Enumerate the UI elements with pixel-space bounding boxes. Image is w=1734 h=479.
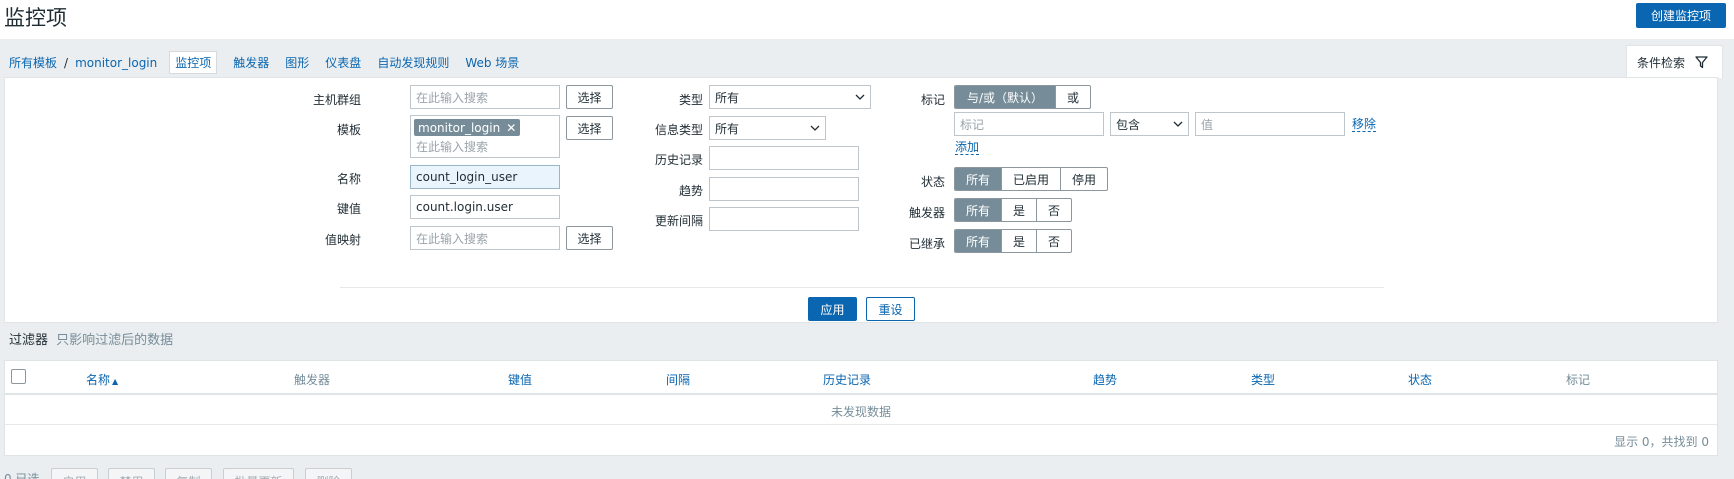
tab-items[interactable]: 监控项	[169, 51, 218, 74]
items-table: 名称 ▲ 触发器 键值 间隔 历史记录 趋势 类型 状态 标记 未发现数据 显示 …	[4, 360, 1718, 456]
triggers-all[interactable]: 所有	[955, 199, 1003, 221]
tags-label: 标记	[920, 93, 945, 107]
inherited-yes[interactable]: 是	[1002, 230, 1038, 252]
template-tag: monitor_login ✕	[414, 119, 521, 136]
copy-button[interactable]: 复制	[165, 468, 212, 479]
chevron-down-icon	[810, 125, 820, 131]
update-interval-input[interactable]	[709, 207, 859, 231]
page-title: 监控项	[4, 6, 67, 30]
table-header-border	[5, 393, 1717, 395]
filter-note-desc: 只影响过滤后的数据	[56, 333, 174, 348]
delete-button[interactable]: 删除	[305, 468, 352, 479]
apply-button[interactable]: 应用	[808, 297, 857, 321]
column-type[interactable]: 类型	[1251, 371, 1275, 388]
trends-label: 趋势	[678, 184, 703, 198]
breadcrumb-template[interactable]: monitor_login	[75, 56, 157, 70]
bulk-action-bar: 0 已选 启用 禁用 复制 批量更新 删除	[0, 468, 1734, 479]
chevron-down-icon	[1173, 121, 1183, 127]
value-map-input[interactable]: 在此输入搜索	[410, 226, 560, 250]
tag-operator-select[interactable]: 包含	[1110, 112, 1189, 136]
enable-button[interactable]: 启用	[51, 468, 98, 479]
type-select[interactable]: 所有	[709, 85, 871, 109]
template-multiselect[interactable]: monitor_login ✕ 在此输入搜索	[410, 115, 560, 158]
column-triggers: 触发器	[294, 373, 331, 387]
reset-button[interactable]: 重设	[866, 297, 915, 321]
trends-input[interactable]	[709, 177, 859, 201]
disable-button[interactable]: 禁用	[108, 468, 155, 479]
column-interval[interactable]: 间隔	[666, 371, 690, 388]
template-label: 模板	[336, 123, 361, 137]
triggers-label: 触发器	[908, 206, 945, 220]
tags-evaltype-toggle[interactable]: 与/或（默认） 或	[954, 85, 1092, 109]
tag-value-input[interactable]: 值	[1195, 112, 1345, 136]
chevron-down-icon	[855, 94, 865, 100]
column-tags: 标记	[1566, 373, 1591, 387]
key-label: 键值	[336, 202, 361, 216]
filter-note: 过滤器 只影响过滤后的数据	[9, 329, 173, 348]
inherited-no[interactable]: 否	[1037, 230, 1071, 252]
filter-divider	[340, 287, 1384, 288]
breadcrumb-separator: /	[64, 55, 69, 70]
triggers-yes[interactable]: 是	[1002, 199, 1038, 221]
page-header: 监控项 创建监控项	[0, 0, 1734, 39]
column-key[interactable]: 键值	[508, 371, 532, 388]
status-enabled[interactable]: 已启用	[1002, 168, 1062, 190]
selected-count: 0 已选	[4, 472, 40, 479]
status-label: 状态	[920, 175, 945, 189]
tags-evaltype-and-or[interactable]: 与/或（默认）	[955, 86, 1057, 108]
filter-note-title: 过滤器	[9, 333, 49, 348]
tag-add-link[interactable]: 添加	[955, 140, 980, 155]
host-group-input[interactable]: 在此输入搜索	[410, 85, 560, 109]
name-label: 名称	[336, 172, 361, 186]
key-input[interactable]: count.login.user	[410, 195, 560, 219]
close-icon[interactable]: ✕	[506, 121, 516, 135]
column-history[interactable]: 历史记录	[823, 371, 871, 388]
filter-toggle-tab[interactable]: 条件检索	[1626, 45, 1723, 78]
create-item-button[interactable]: 创建监控项	[1636, 3, 1726, 28]
filter-tab-label: 条件检索	[1637, 55, 1686, 70]
status-all[interactable]: 所有	[955, 168, 1003, 190]
template-search-placeholder: 在此输入搜索	[416, 140, 489, 154]
filter-icon	[1695, 55, 1708, 68]
inherited-toggle[interactable]: 所有 是 否	[954, 229, 1073, 253]
select-all-checkbox[interactable]	[11, 369, 26, 384]
no-data-message: 未发现数据	[830, 405, 891, 419]
column-status[interactable]: 状态	[1408, 371, 1432, 388]
tab-discovery-rules[interactable]: 自动发现规则	[377, 54, 449, 71]
paging-summary: 显示 0，共找到 0	[1614, 435, 1709, 449]
inherited-all[interactable]: 所有	[955, 230, 1003, 252]
template-select-button[interactable]: 选择	[566, 116, 613, 140]
table-row-border	[5, 424, 1717, 425]
column-name[interactable]: 名称 ▲	[86, 371, 118, 388]
history-label: 历史记录	[654, 153, 703, 167]
tags-evaltype-or[interactable]: 或	[1056, 86, 1090, 108]
tab-dashboards[interactable]: 仪表盘	[325, 54, 361, 71]
mass-update-button[interactable]: 批量更新	[223, 468, 294, 479]
name-input[interactable]: count_login_user	[410, 165, 560, 189]
column-trends[interactable]: 趋势	[1093, 371, 1117, 388]
update-interval-label: 更新间隔	[654, 214, 703, 228]
tab-triggers[interactable]: 触发器	[233, 54, 269, 71]
tag-name-input[interactable]: 标记	[954, 112, 1104, 136]
history-input[interactable]	[709, 146, 859, 170]
status-disabled[interactable]: 停用	[1061, 168, 1107, 190]
status-toggle[interactable]: 所有 已启用 停用	[954, 167, 1109, 191]
host-group-label: 主机群组	[312, 93, 361, 107]
breadcrumb: 所有模板 / monitor_login 监控项 触发器 图形 仪表盘 自动发现…	[9, 51, 519, 74]
tag-remove-link[interactable]: 移除	[1352, 117, 1377, 132]
info-type-label: 信息类型	[654, 123, 703, 137]
inherited-label: 已继承	[908, 237, 945, 251]
tab-graphs[interactable]: 图形	[285, 54, 309, 71]
value-map-label: 值映射	[324, 233, 361, 247]
host-group-select-button[interactable]: 选择	[566, 85, 613, 109]
sort-asc-icon: ▲	[112, 377, 119, 386]
type-label: 类型	[678, 93, 703, 107]
triggers-toggle[interactable]: 所有 是 否	[954, 198, 1073, 222]
info-type-select[interactable]: 所有	[709, 116, 826, 140]
breadcrumb-all-templates[interactable]: 所有模板	[9, 54, 57, 71]
triggers-no[interactable]: 否	[1037, 199, 1071, 221]
tab-web-scenarios[interactable]: Web 场景	[465, 54, 519, 71]
value-map-select-button[interactable]: 选择	[566, 226, 613, 250]
